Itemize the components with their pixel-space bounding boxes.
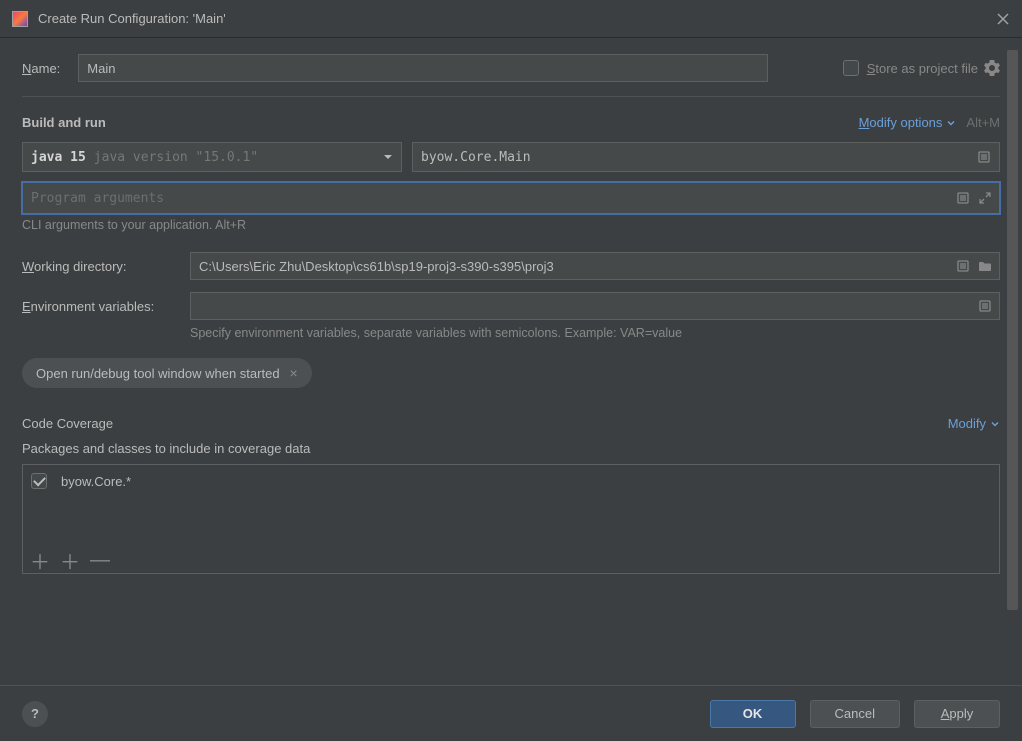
gear-icon[interactable]	[984, 60, 1000, 76]
env-input[interactable]	[190, 292, 1000, 320]
dialog-footer: ? OK Cancel Apply	[0, 685, 1022, 741]
apply-button[interactable]: Apply	[914, 700, 1000, 728]
env-label: Environment variables:	[22, 299, 190, 314]
coverage-modify-label: Modify	[948, 416, 986, 431]
build-run-title: Build and run	[22, 115, 106, 130]
name-input[interactable]	[78, 54, 768, 82]
window-title: Create Run Configuration: 'Main'	[38, 11, 996, 26]
store-as-project-group[interactable]: Store as project file	[843, 60, 1000, 76]
coverage-item-checkbox[interactable]	[31, 473, 47, 489]
open-tool-window-pill[interactable]: Open run/debug tool window when started …	[22, 358, 312, 388]
list-icon[interactable]	[956, 191, 970, 205]
store-label: Store as project file	[867, 61, 978, 76]
coverage-toolbar: ＋ ＋ —	[31, 546, 109, 575]
options-pills: Open run/debug tool window when started …	[22, 358, 1000, 416]
scrollbar-thumb[interactable]	[1007, 50, 1018, 610]
working-dir-input[interactable]	[190, 252, 1000, 280]
working-dir-label: Working directory:	[22, 259, 190, 274]
coverage-list[interactable]: byow.Core.* ＋ ＋ —	[22, 464, 1000, 574]
env-help: Specify environment variables, separate …	[190, 326, 1000, 340]
open-tool-window-label: Open run/debug tool window when started	[36, 366, 280, 381]
jdk-name: java 15	[31, 150, 86, 165]
chevron-down-icon	[990, 419, 1000, 429]
help-button[interactable]: ?	[22, 701, 48, 727]
coverage-item[interactable]: byow.Core.*	[31, 473, 991, 489]
working-dir-row: Working directory:	[22, 252, 1000, 280]
main-class-input[interactable]: byow.Core.Main	[412, 142, 1000, 172]
ok-button[interactable]: OK	[710, 700, 796, 728]
expand-icon[interactable]	[978, 191, 992, 205]
jdk-class-row: java 15 java version "15.0.1" byow.Core.…	[22, 142, 1000, 172]
separator	[22, 96, 1000, 97]
list-icon[interactable]	[956, 259, 970, 273]
coverage-item-label: byow.Core.*	[61, 474, 131, 489]
coverage-modify-link[interactable]: Modify	[948, 416, 1000, 431]
program-arguments-input[interactable]	[22, 182, 1000, 214]
add-icon[interactable]: ＋	[31, 546, 49, 575]
close-icon[interactable]	[996, 12, 1010, 26]
close-icon[interactable]: ×	[290, 365, 298, 381]
name-row: Name: Store as project file	[22, 54, 1000, 82]
list-icon[interactable]	[977, 150, 991, 164]
folder-icon[interactable]	[978, 259, 992, 273]
add-icon[interactable]: ＋	[61, 546, 79, 575]
store-checkbox[interactable]	[843, 60, 859, 76]
env-row: Environment variables:	[22, 292, 1000, 320]
build-run-header: Build and run Modify options Alt+M	[22, 115, 1000, 130]
main-class-value: byow.Core.Main	[421, 150, 531, 165]
modify-options-link[interactable]: Modify options	[859, 115, 957, 130]
jdk-select[interactable]: java 15 java version "15.0.1"	[22, 142, 402, 172]
coverage-header: Code Coverage Modify	[22, 416, 1000, 431]
app-icon	[12, 11, 28, 27]
titlebar: Create Run Configuration: 'Main'	[0, 0, 1022, 38]
jdk-version: java version "15.0.1"	[94, 150, 258, 165]
name-label: Name:	[22, 61, 60, 76]
dialog-content: Name: Store as project file Build and ru…	[0, 38, 1022, 685]
chevron-down-icon	[383, 152, 393, 162]
coverage-title: Code Coverage	[22, 416, 113, 431]
program-args-help: CLI arguments to your application. Alt+R	[22, 218, 1000, 232]
remove-icon[interactable]: —	[91, 549, 109, 572]
chevron-down-icon	[946, 118, 956, 128]
cancel-button[interactable]: Cancel	[810, 700, 900, 728]
modify-shortcut: Alt+M	[966, 115, 1000, 130]
program-args-row	[22, 182, 1000, 214]
list-icon[interactable]	[978, 299, 992, 313]
coverage-packages-label: Packages and classes to include in cover…	[22, 441, 1000, 456]
